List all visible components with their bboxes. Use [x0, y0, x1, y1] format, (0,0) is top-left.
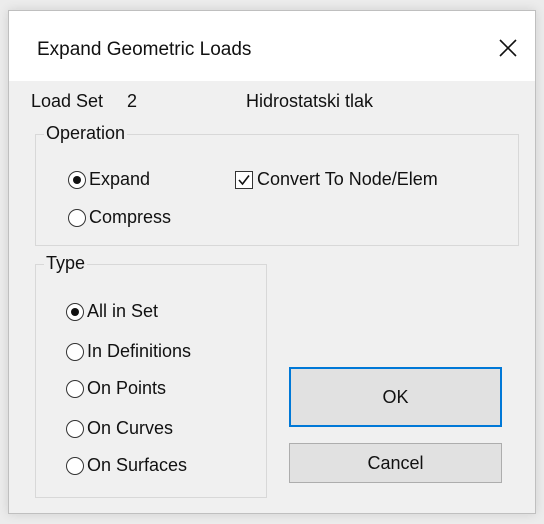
radio-on-points[interactable]: On Points — [66, 378, 166, 399]
checkbox-box[interactable] — [235, 170, 253, 189]
radio-on-surfaces[interactable]: On Surfaces — [66, 455, 187, 476]
checkmark-icon — [238, 174, 250, 185]
radio-compress[interactable]: Compress — [68, 207, 171, 228]
radio-all-in-set-circle[interactable] — [66, 302, 84, 321]
title-bar: Expand Geometric Loads — [9, 11, 535, 81]
load-set-name: Hidrostatski tlak — [246, 91, 374, 111]
radio-all-in-set-label: All in Set — [87, 301, 159, 321]
radio-on-surfaces-circle[interactable] — [66, 456, 84, 475]
radio-on-points-circle[interactable] — [66, 379, 84, 398]
radio-on-points-label: On Points — [87, 378, 167, 398]
radio-compress-label: Compress — [89, 207, 172, 227]
cancel-button[interactable]: Cancel — [289, 443, 502, 483]
operation-group: Operation Expand Compress Convert To Nod… — [35, 123, 519, 246]
radio-compress-circle[interactable] — [68, 208, 86, 227]
type-legend: Type — [44, 253, 88, 274]
radio-on-curves-circle[interactable] — [66, 419, 84, 438]
dialog-title: Expand Geometric Loads — [37, 39, 252, 60]
type-group: Type All in Set In Definitions On Points… — [35, 253, 267, 498]
load-set-number: 2 — [127, 91, 138, 111]
radio-on-surfaces-label: On Surfaces — [87, 455, 188, 475]
radio-expand-circle[interactable] — [68, 170, 86, 189]
close-button[interactable] — [489, 29, 527, 67]
ok-button[interactable]: OK — [289, 367, 502, 427]
expand-geometric-loads-dialog: Expand Geometric Loads Load Set 2 Hidros… — [8, 10, 536, 514]
radio-in-definitions-label: In Definitions — [87, 341, 192, 361]
convert-to-node-elem-checkbox[interactable]: Convert To Node/Elem — [235, 169, 438, 190]
radio-on-curves-label: On Curves — [87, 418, 174, 438]
radio-expand[interactable]: Expand — [68, 169, 150, 190]
load-set-label: Load Set — [31, 91, 104, 111]
radio-expand-label: Expand — [89, 169, 151, 189]
radio-in-definitions-circle[interactable] — [66, 342, 84, 361]
convert-to-node-elem-label: Convert To Node/Elem — [257, 169, 438, 189]
radio-on-curves[interactable]: On Curves — [66, 418, 173, 439]
radio-in-definitions[interactable]: In Definitions — [66, 341, 191, 362]
close-icon — [499, 39, 517, 57]
radio-all-in-set[interactable]: All in Set — [66, 301, 158, 322]
operation-legend: Operation — [44, 123, 128, 144]
